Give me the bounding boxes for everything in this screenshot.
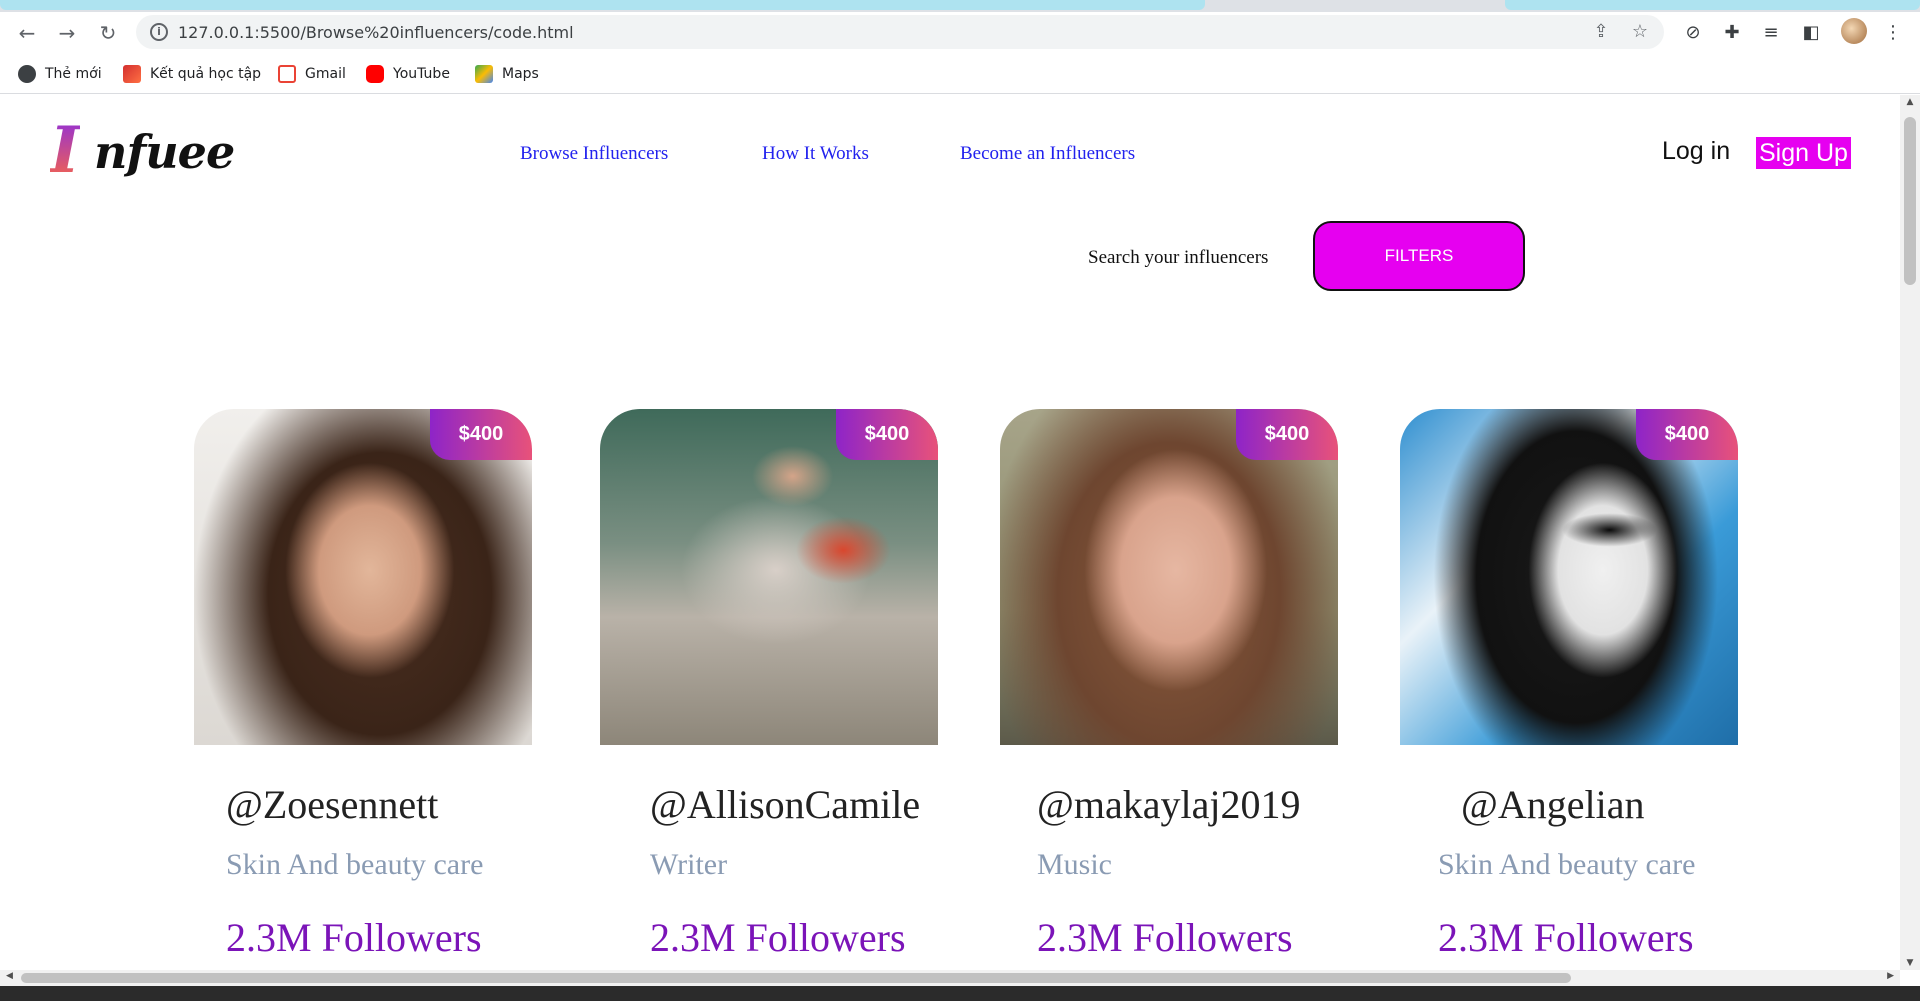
influencer-category: Writer [650, 848, 728, 881]
bookmark-label: YouTube [393, 66, 450, 82]
logo-word: nfuee [94, 125, 235, 179]
influencer-handle[interactable]: @makaylaj2019 [1037, 781, 1300, 828]
influencer-followers: 2.3M Followers [1438, 915, 1694, 960]
browser-tab[interactable] [1505, 0, 1920, 10]
bookmark-label: Kết quả học tập [150, 66, 262, 82]
price-badge: $400 [836, 409, 938, 460]
search-label: Search your influencers [1088, 247, 1269, 268]
bookmark-gmail[interactable]: Gmail [278, 64, 346, 84]
influencer-followers: 2.3M Followers [1037, 915, 1293, 960]
influencer-handle[interactable]: @AllisonCamile [650, 781, 920, 828]
bookmarks-bar: Thẻ mới Kết quả học tập Gmail YouTube Ma… [0, 54, 1920, 94]
tab-strip [0, 0, 1920, 12]
forward-icon[interactable]: → [54, 20, 80, 46]
bookmark-new-tab[interactable]: Thẻ mới [18, 64, 102, 84]
influencer-category: Music [1037, 848, 1112, 881]
nav-browse-influencers[interactable]: Browse Influencers [520, 143, 668, 165]
influencer-handle[interactable]: @Angelian [1461, 781, 1644, 828]
share-icon[interactable]: ⇪ [1590, 21, 1612, 43]
nav-become-influencer[interactable]: Become an Influencers [960, 143, 1135, 165]
influencer-photo: $400 [1000, 409, 1338, 745]
influencer-followers: 2.3M Followers [226, 915, 482, 960]
bookmark-maps[interactable]: Maps [475, 64, 539, 84]
reload-icon[interactable]: ↻ [95, 20, 121, 46]
browser-tab[interactable] [0, 0, 1205, 10]
vertical-scrollbar[interactable]: ▲ ▼ [1900, 95, 1920, 970]
influencer-handle[interactable]: @Zoesennett [226, 781, 438, 828]
influencer-category: Skin And beauty care [1438, 848, 1696, 881]
youtube-icon [366, 65, 384, 83]
page-viewport: I nfuee Browse Influencers How It Works … [0, 95, 1900, 970]
side-panel-icon[interactable]: ◧ [1798, 20, 1824, 46]
price-badge: $400 [430, 409, 532, 460]
influencer-followers: 2.3M Followers [650, 915, 906, 960]
url-text[interactable]: 127.0.0.1:5500/Browse%20influencers/code… [178, 23, 574, 42]
address-bar[interactable]: i 127.0.0.1:5500/Browse%20influencers/co… [136, 15, 1664, 49]
bookmark-label: Thẻ mới [45, 66, 102, 82]
site-info-icon[interactable]: i [150, 23, 168, 41]
vertical-scroll-thumb[interactable] [1904, 117, 1916, 285]
horizontal-scroll-thumb[interactable] [21, 973, 1571, 983]
price-badge: $400 [1236, 409, 1338, 460]
influencer-photo: $400 [600, 409, 938, 745]
profile-avatar[interactable] [1841, 18, 1867, 44]
login-link[interactable]: Log in [1662, 137, 1730, 166]
bookmark-label: Gmail [305, 66, 346, 82]
bookmark-label: Maps [502, 66, 539, 82]
influencer-category: Skin And beauty care [226, 848, 484, 881]
nav-how-it-works[interactable]: How It Works [762, 143, 869, 165]
browser-menu-icon[interactable]: ⋮ [1880, 20, 1906, 46]
extensions-puzzle-icon[interactable]: ✚ [1719, 20, 1745, 46]
influencer-photo: $400 [194, 409, 532, 745]
price-badge: $400 [1636, 409, 1738, 460]
gmail-icon [278, 65, 296, 83]
media-queue-icon[interactable]: ≡ [1758, 20, 1784, 46]
bookmark-star-icon[interactable]: ☆ [1629, 21, 1651, 43]
os-taskbar [0, 986, 1920, 1001]
scroll-right-icon[interactable]: ▶ [1887, 971, 1894, 981]
school-icon [123, 65, 141, 83]
extension-compass-icon[interactable]: ⊘ [1680, 20, 1706, 46]
globe-icon [18, 65, 36, 83]
infuee-logo[interactable]: I nfuee [50, 113, 260, 188]
maps-icon [475, 65, 493, 83]
logo-mark: I [50, 113, 80, 188]
scroll-left-icon[interactable]: ◀ [6, 971, 13, 981]
bookmark-ket-qua[interactable]: Kết quả học tập [123, 64, 261, 84]
back-icon[interactable]: ← [14, 20, 40, 46]
scroll-down-icon[interactable]: ▼ [1904, 958, 1916, 968]
horizontal-scrollbar[interactable]: ◀ ▶ [0, 970, 1900, 986]
signup-button[interactable]: Sign Up [1756, 137, 1851, 169]
scroll-up-icon[interactable]: ▲ [1904, 97, 1916, 107]
bookmark-youtube[interactable]: YouTube [366, 64, 450, 84]
influencer-photo: $400 [1400, 409, 1738, 745]
filters-button[interactable]: FILTERS [1313, 221, 1525, 291]
browser-toolbar: ← → ↻ i 127.0.0.1:5500/Browse%20influenc… [0, 12, 1920, 54]
